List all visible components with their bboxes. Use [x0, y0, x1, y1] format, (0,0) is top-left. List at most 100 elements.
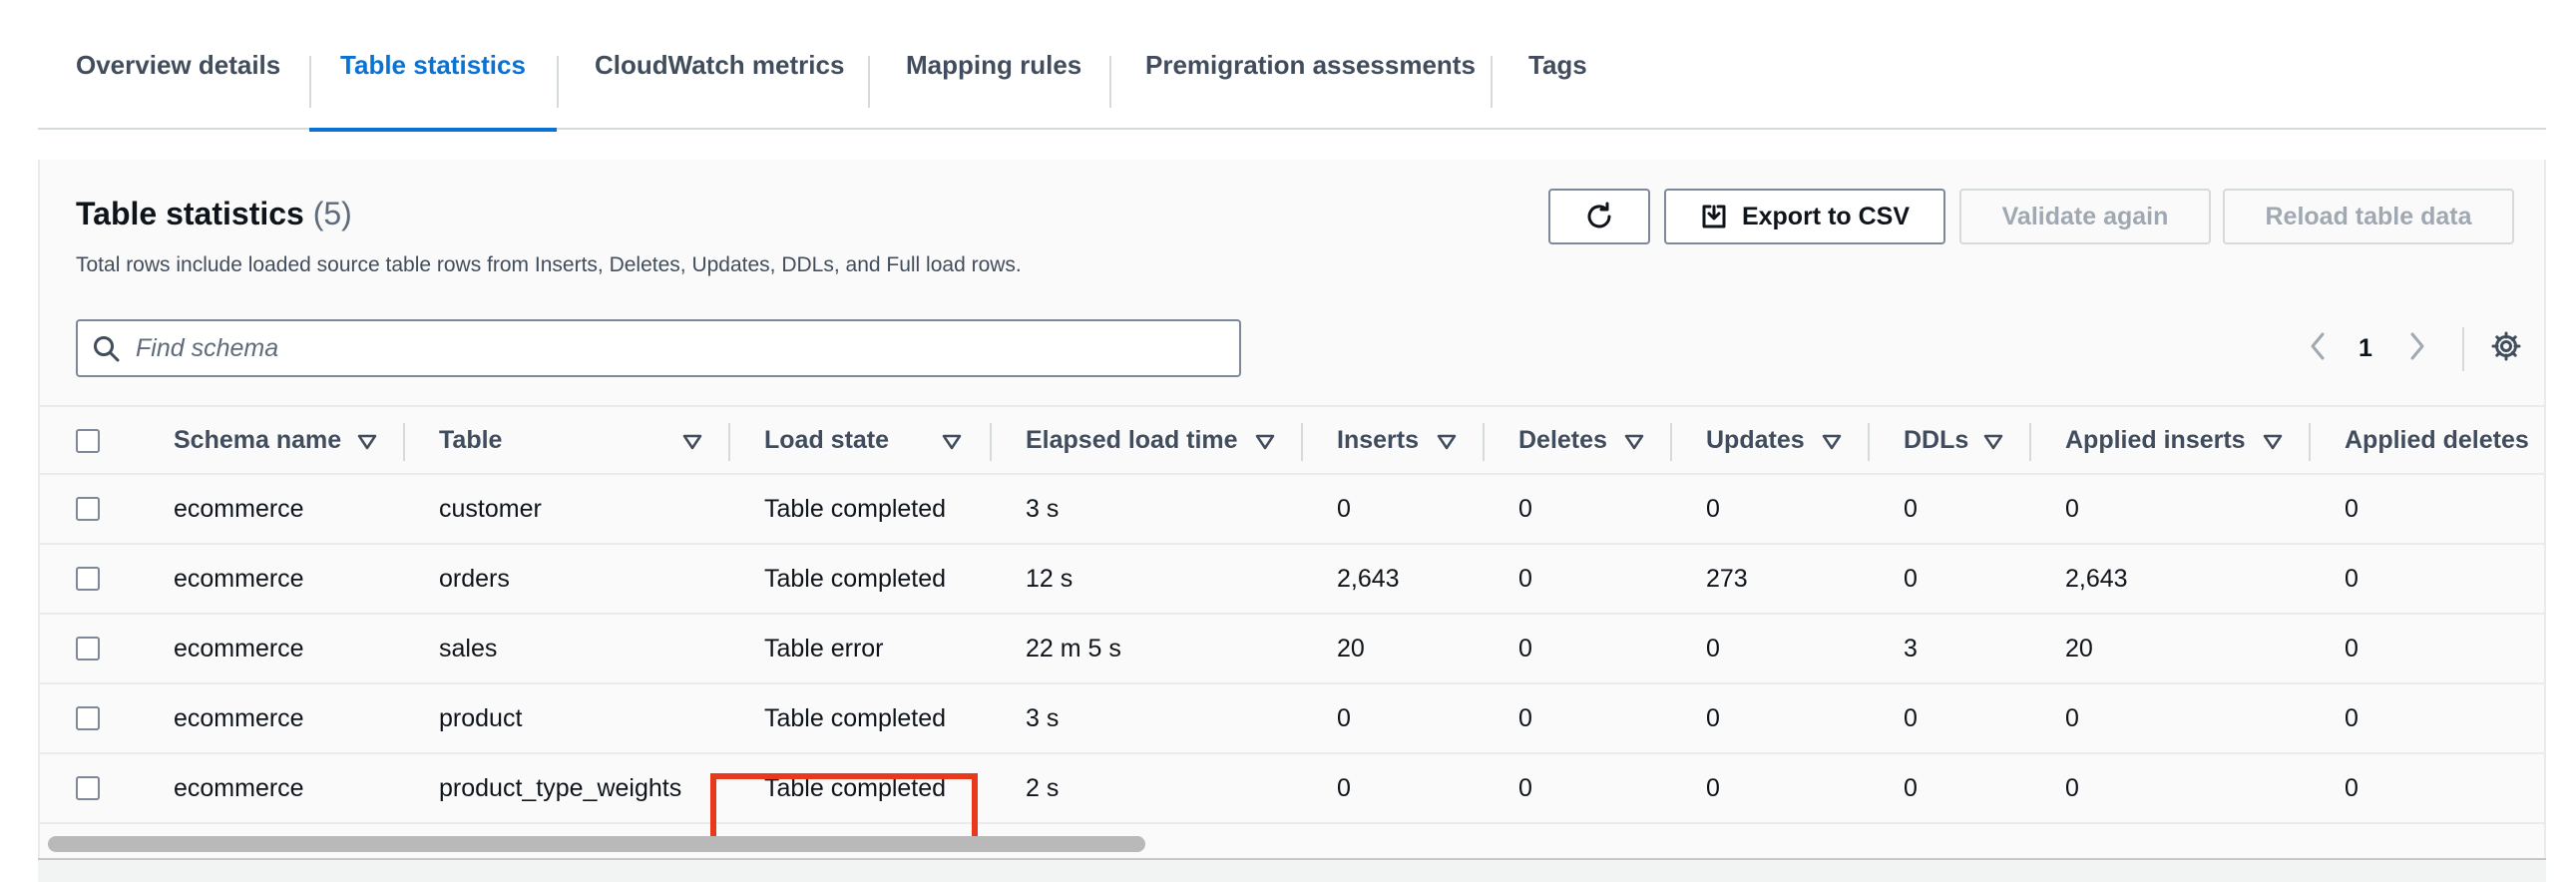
horizontal-scrollbar[interactable] — [48, 836, 1145, 852]
table-row[interactable]: ecommerce product_type_weights Table com… — [40, 754, 2544, 824]
tab-tags[interactable]: Tags — [1528, 0, 1587, 130]
column-header-table[interactable]: Table — [439, 407, 502, 473]
row-select-checkbox[interactable] — [76, 497, 100, 521]
sort-caret-icon[interactable] — [2263, 432, 2283, 452]
tab-label: Tags — [1528, 49, 1587, 80]
cell-deletes: 0 — [1518, 703, 1532, 732]
cell-deletes: 0 — [1518, 494, 1532, 523]
download-icon — [1700, 203, 1728, 230]
cell-applied-deletes: 0 — [2345, 564, 2359, 593]
cell-elapsed-load-time: 22 m 5 s — [1026, 634, 1121, 662]
column-header-load-state[interactable]: Load state — [764, 407, 889, 473]
export-csv-label: Export to CSV — [1741, 202, 1911, 230]
column-header-inserts[interactable]: Inserts — [1337, 407, 1419, 473]
table-statistics-panel: Table statistics (5) Total rows include … — [38, 160, 2546, 858]
column-divider — [728, 423, 730, 461]
tab-bar: Overview details Table statistics CloudW… — [38, 0, 2546, 132]
cell-deletes: 0 — [1518, 773, 1532, 802]
column-header-applied-inserts[interactable]: Applied inserts — [2065, 407, 2246, 473]
next-page-button[interactable] — [2404, 327, 2428, 369]
cell-ddls: 0 — [1904, 494, 1918, 523]
tab-divider — [868, 56, 870, 108]
column-header-label: Inserts — [1337, 425, 1419, 454]
cell-updates: 273 — [1706, 564, 1748, 593]
cell-ddls: 3 — [1904, 634, 1918, 662]
sort-caret-icon[interactable] — [357, 432, 377, 452]
tab-label: Premigration assessments — [1145, 49, 1476, 80]
preferences-button[interactable] — [2490, 327, 2522, 369]
column-header-schema-name[interactable]: Schema name — [174, 407, 341, 473]
tab-table-statistics[interactable]: Table statistics — [309, 0, 557, 132]
column-header-updates[interactable]: Updates — [1706, 407, 1805, 473]
column-header-ddls[interactable]: DDLs — [1904, 407, 1968, 473]
column-header-label: Elapsed load time — [1026, 425, 1238, 454]
column-header-applied-deletes[interactable]: Applied deletes — [2345, 407, 2529, 473]
tab-divider — [557, 56, 559, 108]
table-row[interactable]: ecommerce customer Table completed 3 s 0… — [40, 475, 2544, 545]
column-header-label: Applied deletes — [2345, 425, 2529, 454]
search-input[interactable] — [134, 327, 1231, 369]
sort-caret-icon[interactable] — [942, 432, 962, 452]
panel-title-count: (5) — [312, 196, 352, 231]
cell-updates: 0 — [1706, 634, 1720, 662]
tab-divider — [1491, 56, 1493, 108]
sort-caret-icon[interactable] — [1255, 432, 1275, 452]
column-header-label: Applied inserts — [2065, 425, 2246, 454]
row-select-checkbox[interactable] — [76, 776, 100, 800]
validate-again-label: Validate again — [2001, 202, 2169, 230]
search-icon — [92, 334, 122, 369]
table-row[interactable]: ecommerce orders Table completed 12 s 2,… — [40, 545, 2544, 615]
tab-overview-details[interactable]: Overview details — [76, 0, 280, 130]
column-header-elapsed-load-time[interactable]: Elapsed load time — [1026, 407, 1238, 473]
row-select-checkbox[interactable] — [76, 706, 100, 730]
cell-table: product_type_weights — [439, 773, 682, 802]
table-row[interactable]: ecommerce sales Table error 22 m 5 s 20 … — [40, 615, 2544, 684]
column-header-deletes[interactable]: Deletes — [1518, 407, 1607, 473]
table-row[interactable]: ecommerce product Table completed 3 s 0 … — [40, 684, 2544, 754]
column-header-label: DDLs — [1904, 425, 1969, 454]
cell-schema-name: ecommerce — [174, 494, 304, 523]
tab-mapping-rules[interactable]: Mapping rules — [906, 0, 1081, 130]
export-csv-button[interactable]: Export to CSV — [1664, 189, 1945, 244]
cell-elapsed-load-time: 3 s — [1026, 494, 1060, 523]
row-select-checkbox[interactable] — [76, 567, 100, 591]
cell-deletes: 0 — [1518, 634, 1532, 662]
row-select-checkbox[interactable] — [76, 637, 100, 661]
cell-load-state-error: Table error — [764, 634, 884, 662]
cell-applied-inserts: 2,643 — [2065, 564, 2128, 593]
cell-inserts: 0 — [1337, 494, 1351, 523]
page-number-1[interactable]: 1 — [2359, 327, 2372, 369]
panel-footer — [38, 858, 2546, 882]
tab-label: Overview details — [76, 49, 281, 80]
sort-caret-icon[interactable] — [1983, 432, 2003, 452]
cell-inserts: 2,643 — [1337, 564, 1400, 593]
search-box — [76, 319, 1241, 377]
cell-elapsed-load-time: 2 s — [1026, 773, 1060, 802]
column-header-label: Table — [439, 425, 503, 454]
sort-caret-icon[interactable] — [682, 432, 702, 452]
reload-table-data-button[interactable]: Reload table data — [2223, 189, 2514, 244]
validate-again-button[interactable]: Validate again — [1959, 189, 2211, 244]
column-divider — [2309, 423, 2311, 461]
cell-elapsed-load-time: 12 s — [1026, 564, 1073, 593]
cell-schema-name: ecommerce — [174, 703, 304, 732]
select-all-checkbox[interactable] — [76, 429, 100, 453]
cell-applied-deletes: 0 — [2345, 773, 2359, 802]
cell-applied-deletes: 0 — [2345, 703, 2359, 732]
column-header-label: Deletes — [1518, 425, 1607, 454]
reload-table-data-label: Reload table data — [2265, 202, 2472, 230]
tab-label: Mapping rules — [906, 49, 1082, 80]
pager-divider — [2462, 327, 2464, 371]
panel-title: Table statistics (5) — [76, 196, 352, 232]
tab-cloudwatch-metrics[interactable]: CloudWatch metrics — [595, 0, 844, 130]
gear-icon — [2490, 330, 2522, 367]
current-page-label: 1 — [2359, 333, 2372, 362]
sort-caret-icon[interactable] — [1437, 432, 1457, 452]
prev-page-button[interactable] — [2307, 327, 2331, 369]
tab-premigration-assessments[interactable]: Premigration assessments — [1145, 0, 1476, 130]
tab-label: CloudWatch metrics — [595, 49, 845, 80]
refresh-button[interactable] — [1548, 189, 1650, 244]
sort-caret-icon[interactable] — [1822, 432, 1842, 452]
tab-label: Table statistics — [340, 49, 526, 80]
sort-caret-icon[interactable] — [1624, 432, 1644, 452]
